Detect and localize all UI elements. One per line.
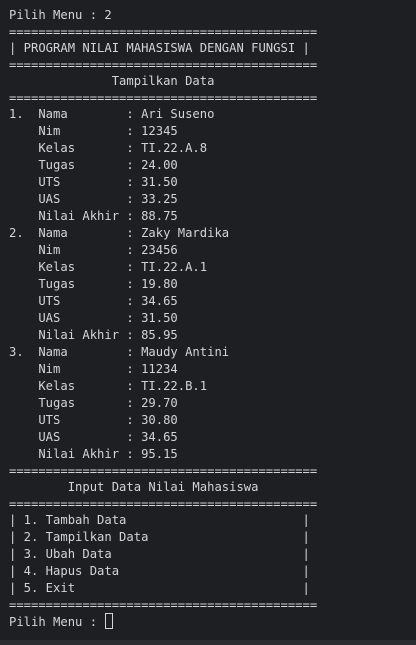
record-2-uts: UTS : 34.65 [9,294,178,308]
record-3-nama: 3. Nama : Maudy Antini [9,345,230,359]
separator-line: ========================================… [9,497,318,511]
window-bottom-edge [0,640,416,645]
record-2-kelas: Kelas : TI.22.A.1 [9,260,208,274]
record-3-uts: UTS : 30.80 [9,413,178,427]
program-title-line: | PROGRAM NILAI MAHASISWA DENGAN FUNGSI … [9,41,310,55]
record-3-nim: Nim : 11234 [9,362,178,376]
separator-line: ========================================… [9,58,318,72]
menu-option-5: | 5. Exit | [9,581,310,595]
record-2-nama: 2. Nama : Zaky Mardika [9,226,230,240]
menu-option-2: | 2. Tampilkan Data | [9,530,310,544]
menu-title-line: Input Data Nilai Mahasiswa [9,480,259,494]
record-3-nilai-akhir: Nilai Akhir : 95.15 [9,447,178,461]
record-1-nama: 1. Nama : Ari Suseno [9,107,215,121]
record-1-uas: UAS : 33.25 [9,192,178,206]
prev-prompt-line: Pilih Menu : 2 [9,8,112,22]
record-3-uas: UAS : 34.65 [9,430,178,444]
terminal-output: Pilih Menu : 2 =========================… [0,0,416,640]
record-2-nim: Nim : 23456 [9,243,178,257]
record-3-kelas: Kelas : TI.22.B.1 [9,379,208,393]
record-1-nim: Nim : 12345 [9,124,178,138]
separator-line: ========================================… [9,91,318,105]
record-1-nilai-akhir: Nilai Akhir : 88.75 [9,209,178,223]
menu-option-4: | 4. Hapus Data | [9,564,310,578]
separator-line: ========================================… [9,464,318,478]
record-1-uts: UTS : 31.50 [9,175,178,189]
record-1-tugas: Tugas : 24.00 [9,158,178,172]
record-3-tugas: Tugas : 29.70 [9,396,178,410]
separator-line: ========================================… [9,25,318,39]
input-prompt-label: Pilih Menu : [9,615,105,629]
record-2-tugas: Tugas : 19.80 [9,277,178,291]
record-2-nilai-akhir: Nilai Akhir : 85.95 [9,328,178,342]
section-title-line: Tampilkan Data [9,74,215,88]
record-1-kelas: Kelas : TI.22.A.8 [9,141,208,155]
text-cursor[interactable] [105,613,114,629]
menu-option-3: | 3. Ubah Data | [9,547,310,561]
input-prompt-line[interactable]: Pilih Menu : [9,613,416,630]
record-2-uas: UAS : 31.50 [9,311,178,325]
separator-line: ========================================… [9,598,318,612]
menu-option-1: | 1. Tambah Data | [9,513,310,527]
